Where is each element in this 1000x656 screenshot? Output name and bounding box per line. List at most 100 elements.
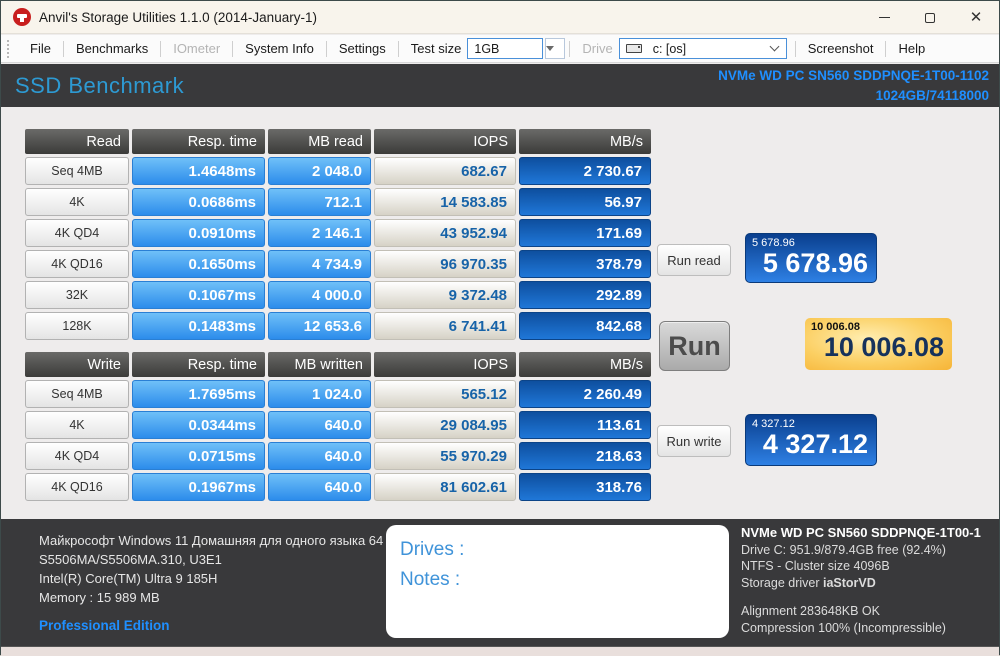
- table-row: 128K 0.1483ms 12 653.6 6 741.41 842.68: [25, 312, 651, 340]
- toolbar-grip[interactable]: [7, 39, 12, 58]
- row-label-button[interactable]: 128K: [25, 312, 129, 340]
- storage-driver-name: iaStorVD: [822, 575, 876, 590]
- table-row: Seq 4MB 1.7695ms 1 024.0 565.12 2 260.49: [25, 380, 651, 408]
- resp-time-value: 0.0686ms: [132, 188, 265, 216]
- resp-time-value: 1.4648ms: [132, 157, 265, 185]
- device-info: NVMe WD PC SN560 SDDPNQE-1T00-1102 1024G…: [718, 66, 989, 105]
- test-size-dropdown-button[interactable]: [545, 38, 566, 59]
- drive-details: NVMe WD PC SN560 SDDPNQE-1T00-1 Drive C:…: [741, 525, 999, 636]
- row-label-button[interactable]: 4K QD4: [25, 219, 129, 247]
- mb-read-value: 12 653.6: [268, 312, 371, 340]
- mb-written-value: 1 024.0: [268, 380, 371, 408]
- maximize-icon: [925, 12, 935, 23]
- run-read-button[interactable]: Run read: [657, 244, 731, 276]
- storage-driver-prefix: Storage driver: [741, 575, 823, 590]
- compression-info: Compression 100% (Incompressible): [741, 620, 946, 635]
- table-row: 4K QD16 0.1650ms 4 734.9 96 970.35 378.7…: [25, 250, 651, 278]
- drive-select[interactable]: c: [os]: [618, 38, 787, 59]
- mb-read-value: 2 048.0: [268, 157, 371, 185]
- app-icon: [13, 8, 31, 26]
- resp-time-value: 0.1483ms: [132, 312, 265, 340]
- column-header: MB/s: [519, 129, 651, 154]
- read-score-value: 5 678.96: [762, 248, 868, 279]
- iops-value: 43 952.94: [374, 219, 516, 247]
- resp-time-value: 0.0910ms: [132, 219, 265, 247]
- write-table: Write Resp. time MB written IOPS MB/s Se…: [25, 352, 651, 504]
- row-label-button[interactable]: Seq 4MB: [25, 380, 129, 408]
- column-header: MB read: [268, 129, 371, 154]
- menu-help[interactable]: Help: [886, 35, 937, 62]
- read-table: Read Resp. time MB read IOPS MB/s Seq 4M…: [25, 129, 651, 343]
- write-score-box: 4 327.12 4 327.12: [745, 414, 877, 466]
- maximize-button[interactable]: [907, 1, 953, 34]
- os-name: Майкрософт Windows 11 Домашняя для одног…: [39, 533, 384, 548]
- storage-driver-line: Storage driver iaStorVD: [741, 575, 999, 592]
- iops-value: 29 084.95: [374, 411, 516, 439]
- device-model: NVMe WD PC SN560 SDDPNQE-1T00-1102: [718, 67, 989, 83]
- test-size-label: Test size: [410, 41, 462, 56]
- table-row: 4K 0.0686ms 712.1 14 583.85 56.97: [25, 188, 651, 216]
- mbs-value: 56.97: [519, 188, 651, 216]
- system-summary: Майкрософт Windows 11 Домашняя для одног…: [39, 531, 383, 635]
- minimize-button[interactable]: [861, 1, 907, 34]
- benchmark-area: Read Resp. time MB read IOPS MB/s Seq 4M…: [1, 107, 999, 519]
- mbs-value: 218.63: [519, 442, 651, 470]
- close-icon: ✕: [969, 9, 983, 26]
- column-header: IOPS: [374, 129, 516, 154]
- mbs-value: 842.68: [519, 312, 651, 340]
- mb-written-value: 640.0: [268, 442, 371, 470]
- menu-screenshot[interactable]: Screenshot: [796, 35, 886, 62]
- test-size-value: 1GB: [474, 41, 500, 56]
- drives-label: Drives :: [400, 539, 465, 560]
- row-label-button[interactable]: 32K: [25, 281, 129, 309]
- menu-file[interactable]: File: [18, 35, 63, 62]
- resp-time-value: 1.7695ms: [132, 380, 265, 408]
- resp-time-value: 0.1650ms: [132, 250, 265, 278]
- row-label-button[interactable]: 4K: [25, 188, 129, 216]
- mbs-value: 318.76: [519, 473, 651, 501]
- column-header: Read: [25, 129, 129, 154]
- alignment-info: Alignment 283648KB OK: [741, 604, 880, 618]
- menu-settings[interactable]: Settings: [327, 35, 398, 62]
- row-label-button[interactable]: 4K: [25, 411, 129, 439]
- resp-time-value: 0.0715ms: [132, 442, 265, 470]
- read-score-box: 5 678.96 5 678.96: [745, 233, 877, 283]
- title-bar: Anvil's Storage Utilities 1.1.0 (2014-Ja…: [1, 1, 999, 34]
- menu-system-info[interactable]: System Info: [233, 35, 326, 62]
- drives-notes-box[interactable]: Drives : Notes :: [386, 525, 729, 638]
- window-title: Anvil's Storage Utilities 1.1.0 (2014-Ja…: [39, 9, 317, 25]
- mb-read-value: 712.1: [268, 188, 371, 216]
- mbs-value: 2 260.49: [519, 380, 651, 408]
- chevron-down-icon: [769, 41, 780, 52]
- drive-model: NVMe WD PC SN560 SDDPNQE-1T00-1: [741, 525, 981, 540]
- row-label-button[interactable]: 4K QD16: [25, 473, 129, 501]
- write-score-value: 4 327.12: [762, 429, 868, 460]
- drive-free-space: Drive C: 951.9/879.4GB free (92.4%): [741, 542, 946, 557]
- total-score-value: 10 006.08: [823, 332, 944, 363]
- mb-read-value: 4 000.0: [268, 281, 371, 309]
- mbs-value: 378.79: [519, 250, 651, 278]
- iops-value: 565.12: [374, 380, 516, 408]
- row-label-button[interactable]: Seq 4MB: [25, 157, 129, 185]
- mb-written-value: 640.0: [268, 411, 371, 439]
- table-row: 4K QD4 0.0910ms 2 146.1 43 952.94 171.69: [25, 219, 651, 247]
- menu-benchmarks[interactable]: Benchmarks: [64, 35, 160, 62]
- mbs-value: 2 730.67: [519, 157, 651, 185]
- row-label-button[interactable]: 4K QD4: [25, 442, 129, 470]
- close-button[interactable]: ✕: [953, 1, 999, 34]
- row-label-button[interactable]: 4K QD16: [25, 250, 129, 278]
- resp-time-value: 0.1067ms: [132, 281, 265, 309]
- column-header: Write: [25, 352, 129, 377]
- device-capacity: 1024GB/74118000: [875, 87, 989, 103]
- minimize-icon: [878, 17, 890, 18]
- drive-label: Drive: [582, 41, 613, 56]
- table-row: 4K 0.0344ms 640.0 29 084.95 113.61: [25, 411, 651, 439]
- table-row: 4K QD4 0.0715ms 640.0 55 970.29 218.63: [25, 442, 651, 470]
- test-size-select[interactable]: 1GB: [467, 38, 544, 59]
- table-row: Seq 4MB 1.4648ms 2 048.0 682.67 2 730.67: [25, 157, 651, 185]
- notes-label: Notes :: [400, 569, 461, 590]
- resp-time-value: 0.1967ms: [132, 473, 265, 501]
- run-button[interactable]: Run: [659, 321, 730, 371]
- run-write-button[interactable]: Run write: [657, 425, 731, 457]
